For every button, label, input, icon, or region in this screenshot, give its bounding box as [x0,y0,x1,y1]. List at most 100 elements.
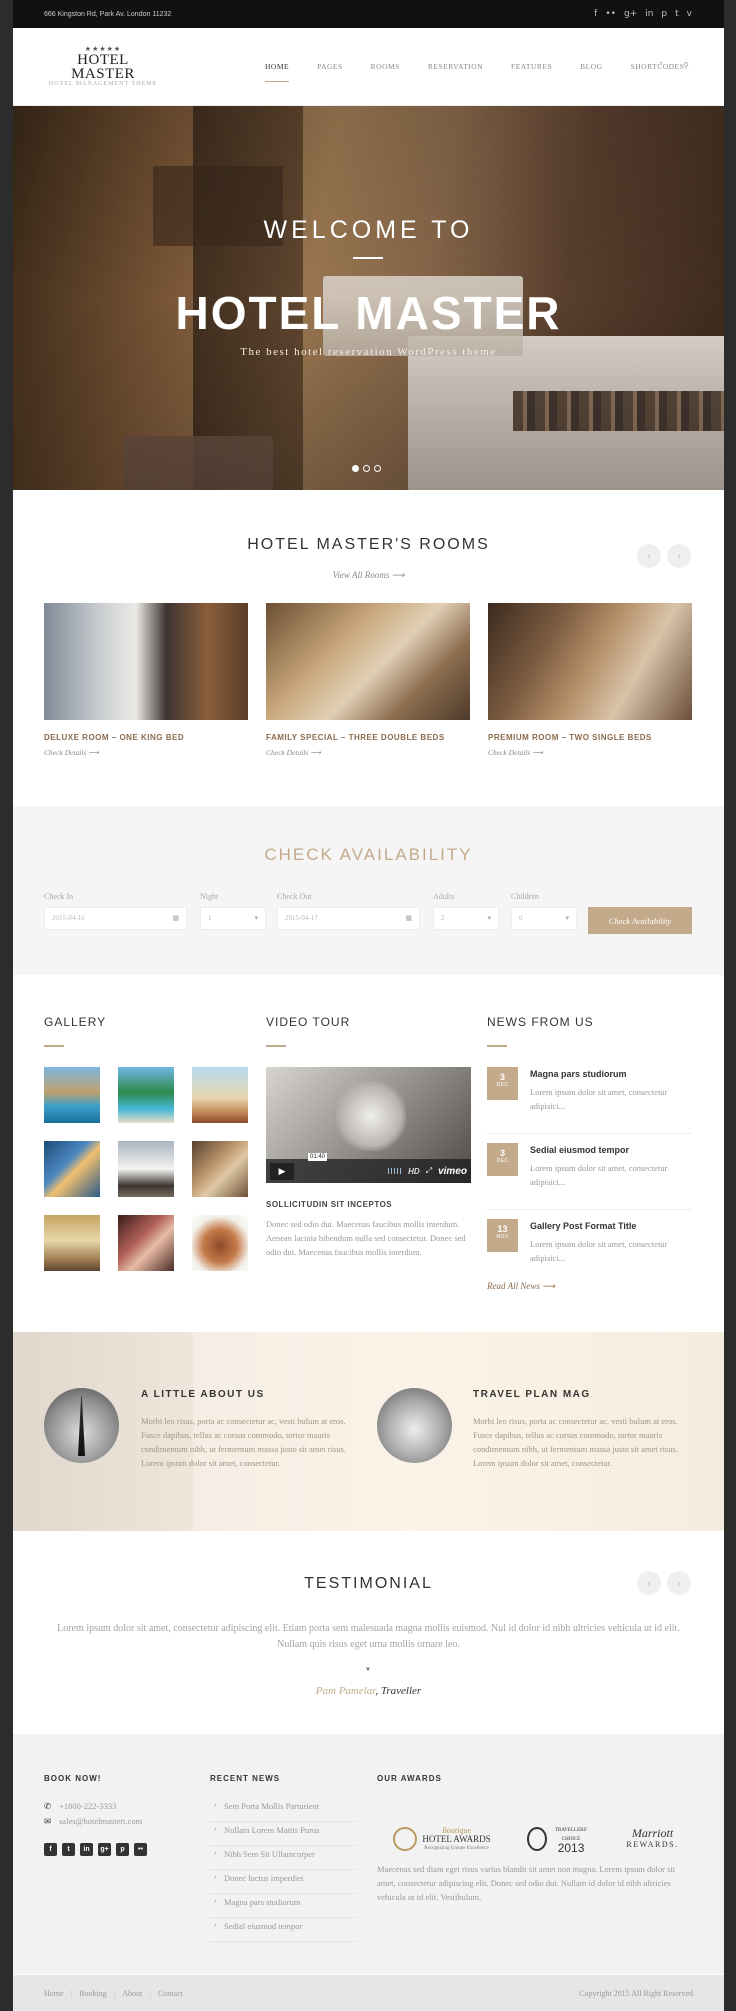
about-us-title: A LITTLE ABOUT US [141,1389,265,1400]
twitter-icon[interactable]: t [62,1843,75,1856]
prev-arrow-icon[interactable]: ‹ [637,544,661,568]
recent-news-link[interactable]: Nullam Lorem Mattis Purus [210,1822,357,1846]
check-in-field[interactable]: 2015-04-16 ▦ [44,907,187,930]
room-name[interactable]: PREMIUM ROOM – TWO SINGLE BEDS [488,733,692,742]
nav-pages[interactable]: PAGES [317,62,343,82]
room-image[interactable] [266,603,470,720]
check-details-link[interactable]: Check Details ⟶ [44,748,248,757]
recent-news-link[interactable]: Donec luctus imperdiet [210,1870,357,1894]
footer-link-home[interactable]: Home [44,1989,64,1998]
slider-dot-3[interactable] [374,465,381,472]
check-out-field[interactable]: 2015-04-17 ▦ [277,907,420,930]
adults-select[interactable]: 2 ▾ [433,907,499,930]
award-1-main: HOTEL AWARDS [422,1833,491,1844]
room-image[interactable] [44,603,248,720]
vimeo-icon[interactable]: v [687,9,692,19]
our-awards-title: OUR AWARDS [377,1774,442,1783]
night-select[interactable]: 1 ▾ [200,907,266,930]
gallery-thumb[interactable] [118,1215,174,1271]
gallery-thumb[interactable] [44,1215,100,1271]
footer-link-about[interactable]: About [122,1989,142,1998]
phone-text[interactable]: +1800-222-3333 [59,1801,116,1811]
room-image[interactable] [488,603,692,720]
gallery-thumb[interactable] [192,1141,248,1197]
footer-link-contact[interactable]: Contact [158,1989,183,1998]
video-post-title[interactable]: SOLLICITUDIN SIT INCEPTOS [266,1200,392,1209]
recent-news-link[interactable]: Sedial eiusmod tempor [210,1918,357,1942]
footer-social-icons: f t in g+ p •• [44,1843,147,1856]
prev-arrow-icon[interactable]: ‹ [637,1571,661,1595]
google-plus-icon[interactable]: g+ [624,9,637,19]
flickr-icon[interactable]: •• [605,9,616,19]
twitter-icon[interactable]: t [675,9,679,19]
nav-shortcodes[interactable]: SHORTCODES [631,62,685,82]
facebook-icon[interactable]: f [44,1843,57,1856]
room-name[interactable]: FAMILY SPECIAL – THREE DOUBLE BEDS [266,733,470,742]
hd-badge[interactable]: HD [408,1167,420,1176]
gallery-thumb[interactable] [118,1141,174,1197]
footer-link-booking[interactable]: Booking [79,1989,107,1998]
nav-features[interactable]: FEATURES [511,62,552,82]
chevron-down-icon: ▾ [487,914,491,922]
video-player[interactable]: ▶ 01:40 HD ⤢ vimeo [266,1067,471,1183]
nav-blog[interactable]: BLOG [580,62,602,82]
nav-rooms[interactable]: ROOMS [371,62,400,82]
calendar-icon[interactable]: ▦ [172,914,179,922]
nav-reservation[interactable]: RESERVATION [428,62,483,82]
linkedin-icon[interactable]: in [80,1843,93,1856]
cart-dot-icon[interactable]: • [660,61,662,67]
slider-dot-2[interactable] [363,465,370,472]
gallery-thumb[interactable] [44,1141,100,1197]
facebook-icon[interactable]: f [594,9,597,19]
calendar-icon[interactable]: ▦ [405,914,412,922]
check-details-link[interactable]: Check Details ⟶ [488,748,692,757]
recent-news-link[interactable]: Magna pars studiorum [210,1894,357,1918]
vimeo-logo[interactable]: vimeo [438,1166,467,1177]
flickr-icon[interactable]: •• [134,1843,147,1856]
recent-news-link[interactable]: Sem Porta Mollis Parturient [210,1798,357,1822]
recent-news-link[interactable]: Nibh Sem Sit Ullamcorper [210,1846,357,1870]
play-icon[interactable]: ▶ [270,1162,294,1180]
next-arrow-icon[interactable]: › [667,544,691,568]
three-column-section: GALLERY VIDEO TOUR NEWS FROM US ▶ 01:40 … [13,975,724,1332]
chevron-down-icon: ▾ [565,914,569,922]
read-all-news-link[interactable]: Read All News ⟶ [487,1281,555,1292]
email-text[interactable]: sales@hotelmastert.com [59,1816,142,1826]
children-select[interactable]: 0 ▾ [511,907,577,930]
view-all-rooms-link[interactable]: View All Rooms ⟶ [13,570,724,581]
news-item-title[interactable]: Gallery Post Format Title [530,1221,636,1231]
news-item[interactable]: 13 NOV Gallery Post Format Title Lorem i… [487,1219,692,1285]
pinterest-icon[interactable]: p [116,1843,129,1856]
room-name[interactable]: DELUXE ROOM – ONE KING BED [44,733,248,742]
nav-home[interactable]: HOME [265,62,290,82]
site-logo[interactable]: ★★★★★ HOTEL MASTER HOTEL MANAGEMENT THEM… [44,45,162,87]
availability-title: CHECK AVAILABILITY [264,845,473,864]
slider-dot-1[interactable] [352,465,359,472]
pinterest-icon[interactable]: p [661,9,667,19]
room-card[interactable]: DELUXE ROOM – ONE KING BED Check Details… [44,603,248,757]
google-plus-icon[interactable]: g+ [98,1843,111,1856]
news-date-badge: 3 DEC [487,1067,518,1100]
news-item-title[interactable]: Sedial eiusmod tempor [530,1145,629,1155]
gallery-thumb[interactable] [192,1215,248,1271]
copyright-text: Copyright 2015 All Right Reserved [579,1988,693,1998]
gallery-thumb[interactable] [44,1067,100,1123]
room-card[interactable]: PREMIUM ROOM – TWO SINGLE BEDS Check Det… [488,603,692,757]
link-separator: | [149,1988,151,1998]
gallery-title: GALLERY [44,1015,107,1029]
gallery-thumb[interactable] [192,1067,248,1123]
news-item[interactable]: 3 DEC Magna pars studiorum Lorem ipsum d… [487,1067,692,1133]
next-arrow-icon[interactable]: › [667,1571,691,1595]
video-progress[interactable] [388,1168,403,1174]
check-details-link[interactable]: Check Details ⟶ [266,748,470,757]
news-item-title[interactable]: Magna pars studiorum [530,1069,627,1079]
linkedin-icon[interactable]: in [645,9,653,19]
check-out-value: 2015-04-17 [285,914,318,922]
fullscreen-icon[interactable]: ⤢ [426,1166,432,1176]
check-availability-button[interactable]: Check Availability [588,907,692,934]
gallery-thumb[interactable] [118,1067,174,1123]
search-icon[interactable]: ⚲ [683,61,689,70]
news-item[interactable]: 3 DEC Sedial eiusmod tempor Lorem ipsum … [487,1143,692,1209]
room-card[interactable]: FAMILY SPECIAL – THREE DOUBLE BEDS Check… [266,603,470,757]
news-divider-line [487,1209,692,1210]
